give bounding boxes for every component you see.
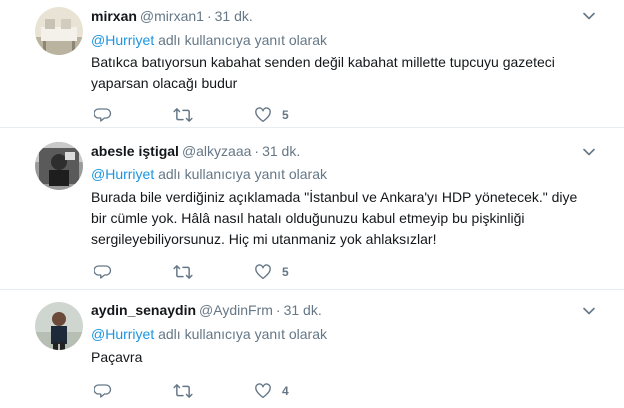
retweet-icon: [173, 106, 193, 124]
separator: ·: [206, 8, 212, 24]
tweet[interactable]: abesle iştigal @alkyzaaa · 31 dk. @Hurriyet…: [0, 128, 624, 290]
reply-button[interactable]: [94, 105, 112, 125]
retweet-button[interactable]: [173, 381, 193, 401]
reply-context: @Hurriyet adlı kullanıcıya yanıt olarak: [91, 31, 327, 49]
reply-context-label: adlı kullanıcıya yanıt olarak: [158, 326, 327, 342]
like-count: 4: [282, 384, 289, 398]
reply-mention-link[interactable]: @Hurriyet: [91, 166, 154, 182]
like-count: 5: [282, 265, 289, 279]
reply-icon: [94, 106, 112, 124]
tweet-text: Burada bile verdiğiniz açıklamada "İstan…: [91, 189, 578, 247]
heart-icon: [254, 382, 272, 400]
avatar[interactable]: [35, 142, 83, 190]
reply-icon: [94, 382, 112, 400]
reply-mention-link[interactable]: @Hurriyet: [91, 326, 154, 342]
avatar[interactable]: [35, 7, 83, 55]
like-button[interactable]: 4: [254, 381, 289, 401]
heart-icon: [254, 263, 272, 281]
reply-context: @Hurriyet adlı kullanıcıya yanıt olarak: [91, 325, 327, 343]
timestamp[interactable]: 31 dk.: [284, 302, 322, 318]
reply-button[interactable]: [94, 381, 112, 401]
chevron-down-icon[interactable]: [582, 145, 596, 159]
chevron-down-icon[interactable]: [582, 304, 596, 318]
reply-context-label: adlı kullanıcıya yanıt olarak: [158, 166, 327, 182]
like-button[interactable]: 5: [254, 105, 289, 125]
reply-icon: [94, 263, 112, 281]
like-count: 5: [282, 108, 289, 122]
tweet-text: Paçavra: [91, 349, 143, 365]
tweet-text: Batıkca batıyorsun kabahat senden değil …: [91, 54, 555, 91]
username[interactable]: @AydinFrm: [199, 302, 273, 318]
heart-icon: [254, 106, 272, 124]
separator: ·: [254, 143, 260, 159]
username[interactable]: @mirxan1: [140, 8, 204, 24]
tweet[interactable]: aydin_senaydin @AydinFrm · 31 dk. @Hurriyet…: [0, 290, 624, 408]
username[interactable]: @alkyzaaa: [182, 143, 251, 159]
separator: ·: [275, 302, 281, 318]
retweet-button[interactable]: [173, 105, 193, 125]
retweet-button[interactable]: [173, 262, 193, 282]
reply-context-label: adlı kullanıcıya yanıt olarak: [158, 32, 327, 48]
tweet[interactable]: mirxan @mirxan1 · 31 dk. @Hurriyet adlı kul…: [0, 0, 624, 128]
display-name[interactable]: mirxan: [91, 8, 137, 24]
retweet-icon: [173, 382, 193, 400]
timestamp[interactable]: 31 dk.: [262, 143, 300, 159]
tweet-header: mirxan @mirxan1 · 31 dk.: [91, 7, 253, 25]
retweet-icon: [173, 263, 193, 281]
display-name[interactable]: aydin_senaydin: [91, 302, 196, 318]
like-button[interactable]: 5: [254, 262, 289, 282]
display-name[interactable]: abesle iştigal: [91, 143, 179, 159]
timestamp[interactable]: 31 dk.: [215, 8, 253, 24]
reply-mention-link[interactable]: @Hurriyet: [91, 32, 154, 48]
reply-button[interactable]: [94, 262, 112, 282]
tweet-header: abesle iştigal @alkyzaaa · 31 dk.: [91, 142, 300, 160]
avatar[interactable]: [35, 302, 83, 350]
tweet-header: aydin_senaydin @AydinFrm · 31 dk.: [91, 301, 322, 319]
chevron-down-icon[interactable]: [582, 9, 596, 23]
reply-context: @Hurriyet adlı kullanıcıya yanıt olarak: [91, 165, 327, 183]
